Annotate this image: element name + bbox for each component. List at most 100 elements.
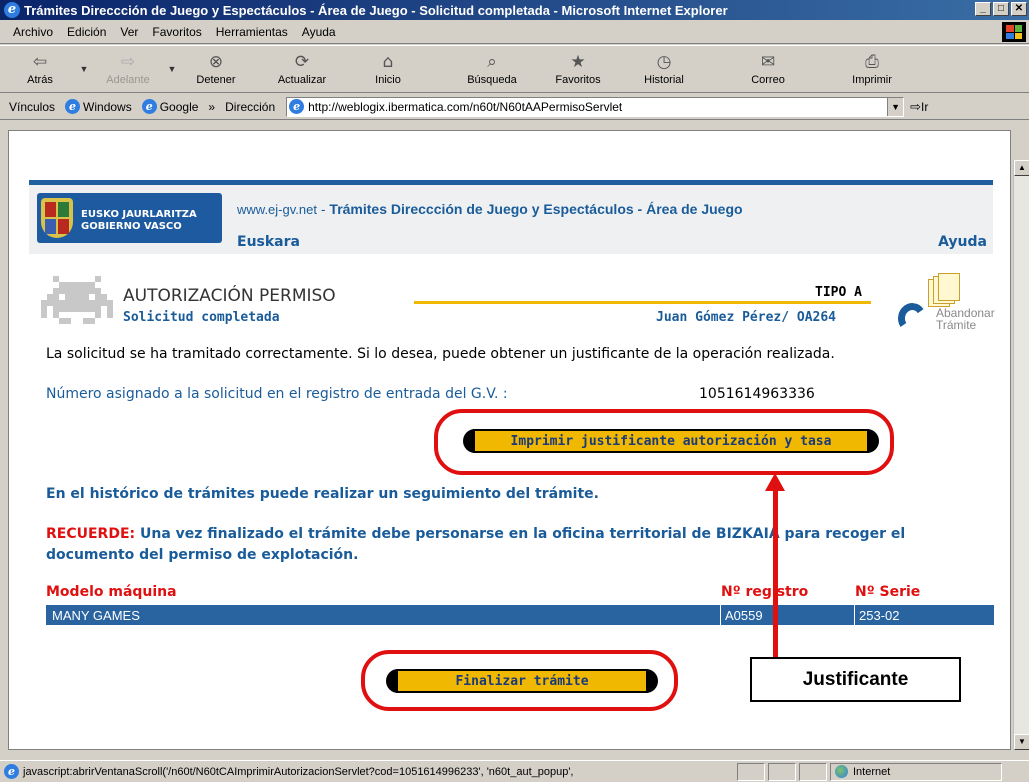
address-input[interactable]: e http://weblogix.ibermatica.com/n60t/N6… xyxy=(286,96,905,117)
status-bar: e javascript:abrirVentanaScroll('/n60t/N… xyxy=(0,760,1029,782)
refresh-icon: ⟳ xyxy=(294,51,310,72)
back-label: Atrás xyxy=(27,73,53,86)
euskara-link[interactable]: Euskara xyxy=(237,234,300,250)
site-separator: - xyxy=(316,201,330,217)
coat-of-arms-icon xyxy=(41,198,73,238)
menu-favoritos[interactable]: Favoritos xyxy=(145,23,208,41)
ie-page-icon: e xyxy=(65,99,81,114)
search-icon: ⌕ xyxy=(487,51,497,72)
help-link[interactable]: Ayuda xyxy=(938,234,987,250)
favorites-icon: ★ xyxy=(570,51,586,72)
history-button[interactable]: ◷ Historial xyxy=(630,46,698,92)
cell-model: MANY GAMES xyxy=(52,608,140,623)
documents-icon xyxy=(928,273,960,307)
registry-number-label: Número asignado a la solicitud en el reg… xyxy=(46,386,508,402)
favorites-button[interactable]: ★ Favoritos xyxy=(544,46,612,92)
reminder-label: RECUERDE: xyxy=(46,526,136,542)
forward-arrow-icon: ⇨ xyxy=(120,51,136,72)
site-title-line: www.ej-gv.net - Trámites Direccción de J… xyxy=(237,201,743,217)
abandon-procedure-button[interactable]: Abandonar Trámite xyxy=(894,273,995,336)
site-header: EUSKO JAURLARITZA GOBIERNO VASCO www.ej-… xyxy=(29,185,993,254)
forward-button[interactable]: ⇨ Adelante xyxy=(94,46,162,92)
refresh-button[interactable]: ⟳ Actualizar xyxy=(268,46,336,92)
registry-number-value: 1051614963336 xyxy=(699,386,815,402)
go-arrow-icon[interactable]: ⇨ xyxy=(910,99,921,115)
vertical-scrollbar[interactable]: ▲ ▼ xyxy=(1013,160,1029,750)
link-windows[interactable]: e Windows xyxy=(60,99,137,114)
curved-arrow-icon xyxy=(895,300,929,336)
ie-page-icon: e xyxy=(289,99,305,114)
menu-ver[interactable]: Ver xyxy=(113,23,145,41)
col-header-serial: Nº Serie xyxy=(855,584,921,600)
print-button[interactable]: ⎙ Imprimir xyxy=(838,46,906,92)
table-row xyxy=(46,605,994,625)
stop-label: Detener xyxy=(196,73,236,86)
col-header-model: Modelo máquina xyxy=(46,584,177,600)
go-label[interactable]: Ir xyxy=(921,100,928,114)
logo-text-2: GOBIERNO VASCO xyxy=(81,221,182,232)
form-icon xyxy=(41,276,113,324)
title-underline xyxy=(414,301,871,304)
gobierno-vasco-logo[interactable]: EUSKO JAURLARITZA GOBIERNO VASCO xyxy=(37,193,222,243)
menu-ayuda[interactable]: Ayuda xyxy=(295,23,343,41)
back-arrow-icon: ⇦ xyxy=(32,51,48,72)
home-icon: ⌂ xyxy=(382,51,394,72)
form-subtitle: Solicitud completada xyxy=(123,310,280,325)
forward-label: Adelante xyxy=(106,73,150,86)
address-dropdown-icon[interactable]: ▼ xyxy=(887,97,904,116)
home-label: Inicio xyxy=(375,73,401,86)
back-dropdown-icon[interactable]: ▼ xyxy=(74,46,94,92)
address-url: http://weblogix.ibermatica.com/n60t/N60t… xyxy=(308,99,623,114)
links-label: Vínculos xyxy=(9,99,56,114)
home-button[interactable]: ⌂ Inicio xyxy=(354,46,422,92)
stop-button[interactable]: ⊗ Detener xyxy=(182,46,250,92)
ie-page-icon: e xyxy=(4,764,19,779)
forward-dropdown-icon[interactable]: ▼ xyxy=(162,46,182,92)
page-viewport: EUSKO JAURLARITZA GOBIERNO VASCO www.ej-… xyxy=(8,130,1011,750)
back-button[interactable]: ⇦ Atrás xyxy=(6,46,74,92)
zone-label: Internet xyxy=(853,765,891,778)
link-google[interactable]: e Google xyxy=(137,99,204,114)
stop-icon: ⊗ xyxy=(208,51,224,72)
close-button[interactable]: ✕ xyxy=(1011,2,1027,16)
search-label: Búsqueda xyxy=(467,73,517,86)
scroll-up-icon[interactable]: ▲ xyxy=(1014,160,1029,176)
mail-icon: ✉ xyxy=(760,51,776,72)
windows-flag-icon xyxy=(1002,22,1026,42)
window-title-bar[interactable]: e Trámites Direccción de Juego y Espectá… xyxy=(0,0,1029,20)
user-name: Juan Gómez Pérez/ OA264 xyxy=(656,310,837,325)
col-header-registry: Nº registro xyxy=(721,584,809,600)
window-title: Trámites Direccción de Juego y Espectácu… xyxy=(24,2,728,18)
menu-archivo[interactable]: Archivo xyxy=(6,23,60,41)
standard-toolbar: ⇦ Atrás ▼ ⇨ Adelante ▼ ⊗ Detener ⟳ Actua… xyxy=(0,45,1029,93)
maximize-button[interactable]: □ xyxy=(993,2,1009,16)
logo-text-1: EUSKO JAURLARITZA xyxy=(81,209,197,220)
success-message: La solicitud se ha tramitado correctamen… xyxy=(46,346,835,362)
annotation-arrow-head-icon xyxy=(765,473,785,491)
scroll-down-icon[interactable]: ▼ xyxy=(1014,734,1029,750)
site-title: Trámites Direccción de Juego y Espectácu… xyxy=(329,201,743,217)
search-button[interactable]: ⌕ Búsqueda xyxy=(458,46,526,92)
status-text-area: e javascript:abrirVentanaScroll('/n60t/N… xyxy=(4,764,734,779)
links-chevron-icon[interactable]: » xyxy=(203,100,220,114)
history-icon: ◷ xyxy=(656,51,672,72)
print-label: Imprimir xyxy=(852,73,892,86)
menu-herramientas[interactable]: Herramientas xyxy=(209,23,295,41)
highlight-oval-print xyxy=(434,409,894,475)
link-windows-label: Windows xyxy=(83,99,132,114)
favorites-label: Favoritos xyxy=(555,73,601,86)
mail-button[interactable]: ✉ Correo xyxy=(734,46,802,92)
cell-registry: A0559 xyxy=(725,608,763,623)
annotation-arrow xyxy=(773,480,778,660)
refresh-label: Actualizar xyxy=(277,73,327,86)
site-url-link[interactable]: www.ej-gv.net xyxy=(237,202,317,217)
menu-bar: Archivo Edición Ver Favoritos Herramient… xyxy=(0,20,1029,44)
mail-label: Correo xyxy=(751,73,785,86)
security-zone: Internet xyxy=(830,762,1002,781)
menu-edicion[interactable]: Edición xyxy=(60,23,113,41)
printer-icon: ⎙ xyxy=(865,51,879,72)
window-controls: _ □ ✕ xyxy=(975,2,1027,16)
reminder-message: RECUERDE: Una vez finalizado el trámite … xyxy=(46,524,996,566)
form-type: TIPO A xyxy=(815,285,862,300)
minimize-button[interactable]: _ xyxy=(975,2,991,16)
